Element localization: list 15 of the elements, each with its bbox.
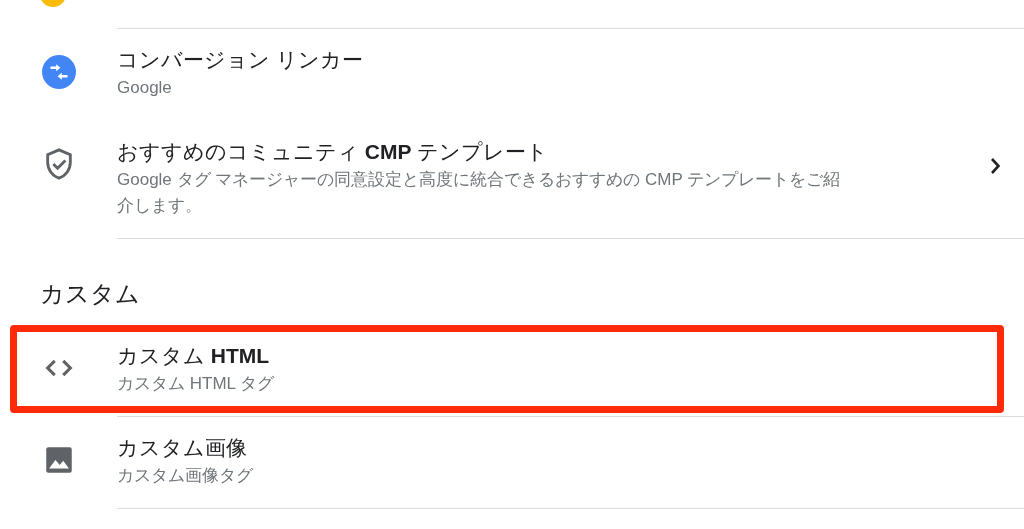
- item-description: Google: [117, 77, 173, 99]
- list-item[interactable]: カスタム HTML カスタム HTML タグ: [0, 325, 1024, 417]
- item-title: コンバージョン リンカー: [117, 47, 364, 73]
- item-description: Google タグ マネージャーの同意設定と高度に統合できるおすすめの CMP テンプレートをご紹介します。: [117, 169, 842, 217]
- list-item[interactable]: コンバージョン リンカー Google: [0, 29, 1024, 121]
- section-heading: カスタム: [40, 280, 140, 307]
- item-description: カスタム画像タグ: [117, 465, 254, 487]
- swap-arrows-icon: [41, 55, 76, 89]
- chevron-right-icon[interactable]: [990, 158, 1000, 174]
- item-title: カスタム画像: [117, 435, 248, 461]
- item-title: カスタム HTML: [117, 343, 271, 369]
- list-item[interactable]: おすすめのコミュニティ CMP テンプレート Google タグ マネージャーの同意設定と高度に統合できるおすすめの CMP テンプレートをご紹介します。: [0, 121, 1024, 239]
- item-description: カスタム HTML タグ: [117, 373, 276, 395]
- item-title: おすすめのコミュニティ CMP テンプレート: [117, 139, 550, 165]
- list-item[interactable]: カスタム画像 カスタム画像タグ: [0, 417, 1024, 509]
